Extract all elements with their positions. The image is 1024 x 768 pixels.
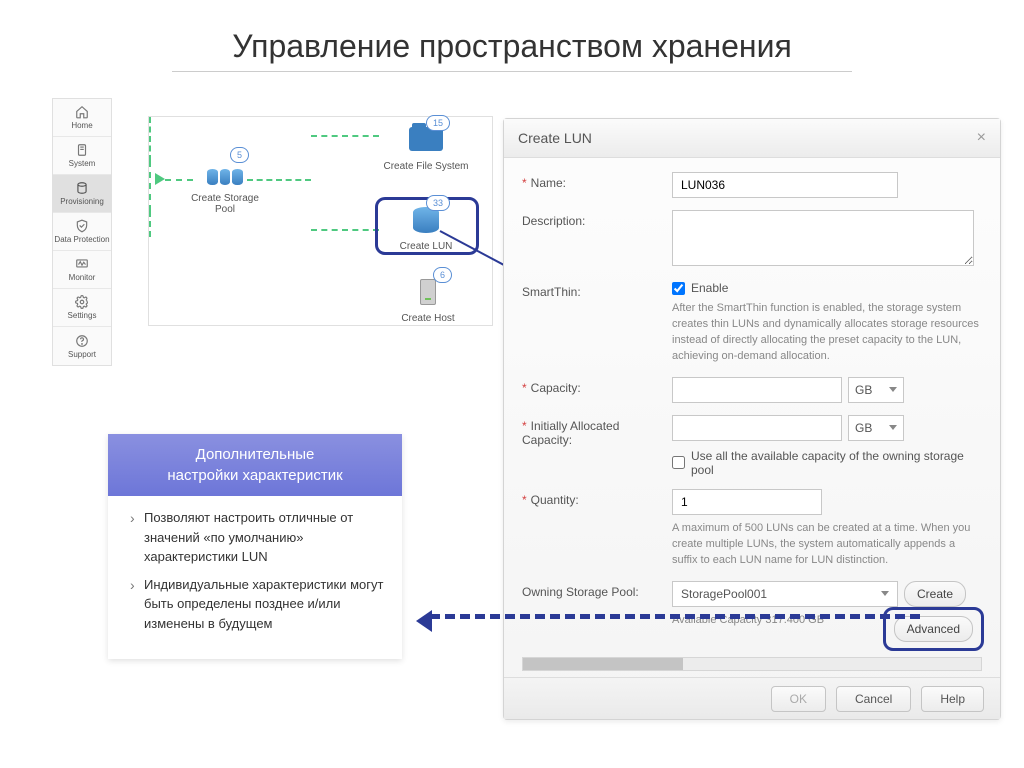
quantity-help: A maximum of 500 LUNs can be created at … bbox=[672, 521, 982, 569]
callout-item: Позволяют настроить отличные от значений… bbox=[130, 508, 388, 567]
horizontal-scrollbar[interactable] bbox=[522, 657, 982, 671]
smartthin-checkbox[interactable] bbox=[672, 282, 685, 295]
system-icon bbox=[75, 143, 89, 157]
connector bbox=[311, 135, 379, 137]
start-arrow-icon bbox=[155, 173, 165, 185]
node-label: Create Host bbox=[393, 313, 463, 324]
owning-pool-label: Owning Storage Pool: bbox=[522, 585, 639, 599]
sidebar-item-system[interactable]: System bbox=[53, 137, 111, 175]
close-icon[interactable]: × bbox=[977, 129, 986, 147]
page-title: Управление пространством хранения bbox=[0, 0, 1024, 71]
scrollbar-thumb[interactable] bbox=[523, 658, 683, 670]
chevron-down-icon bbox=[889, 387, 897, 392]
shield-icon bbox=[75, 219, 89, 233]
initial-capacity-input[interactable] bbox=[672, 415, 842, 441]
sidebar-item-label: Home bbox=[71, 121, 92, 130]
description-input[interactable] bbox=[672, 210, 974, 266]
chevron-down-icon bbox=[881, 591, 889, 596]
node-create-storage-pool[interactable]: 5 Create Storage Pool bbox=[185, 159, 265, 215]
sidebar-item-label: System bbox=[69, 159, 96, 168]
workflow-panel: 5 Create Storage Pool 15 Create File Sys… bbox=[148, 116, 493, 326]
smartthin-help: After the SmartThin function is enabled,… bbox=[672, 301, 982, 365]
dialog-title: Create LUN bbox=[518, 130, 592, 146]
node-label: Create File System bbox=[381, 161, 471, 172]
dialog-footer: OK Cancel Help bbox=[504, 677, 1000, 719]
sidebar-item-home[interactable]: Home bbox=[53, 99, 111, 137]
node-create-host[interactable]: 6 Create Host bbox=[393, 277, 463, 324]
sidebar-item-label: Support bbox=[68, 350, 96, 359]
node-create-file-system[interactable]: 15 Create File System bbox=[381, 123, 471, 172]
ok-button[interactable]: OK bbox=[771, 686, 826, 712]
chevron-down-icon bbox=[889, 425, 897, 430]
initial-capacity-unit-select[interactable]: GB bbox=[848, 415, 904, 441]
advanced-button[interactable]: Advanced bbox=[894, 616, 973, 642]
capacity-label: Capacity: bbox=[531, 381, 581, 395]
callout-advanced-settings: Дополнительные настройки характеристик П… bbox=[108, 434, 402, 659]
callout-item: Индивидуальные характеристики могут быть… bbox=[130, 575, 388, 634]
connector bbox=[311, 229, 379, 231]
help-button[interactable]: Help bbox=[921, 686, 984, 712]
use-all-checkbox[interactable] bbox=[672, 456, 685, 469]
sidebar-item-label: Provisioning bbox=[60, 197, 104, 206]
home-icon bbox=[75, 105, 89, 119]
quantity-input[interactable] bbox=[672, 489, 822, 515]
sidebar-item-provisioning[interactable]: Provisioning bbox=[53, 175, 111, 213]
owning-pool-value: StoragePool001 bbox=[681, 587, 767, 601]
initial-capacity-label: Initially Allocated Capacity: bbox=[522, 419, 619, 447]
sidebar-item-label: Settings bbox=[68, 311, 97, 320]
badge: 6 bbox=[433, 267, 452, 283]
callout-header: Дополнительные настройки характеристик bbox=[108, 434, 402, 496]
create-lun-dialog: Create LUN × *Name: Description: SmartTh… bbox=[503, 118, 1001, 720]
callout-body: Позволяют настроить отличные от значений… bbox=[108, 496, 402, 659]
sidebar-item-data-protection[interactable]: Data Protection bbox=[53, 213, 111, 251]
gear-icon bbox=[75, 295, 89, 309]
title-divider bbox=[172, 71, 852, 72]
sidebar-item-label: Monitor bbox=[69, 273, 96, 282]
provisioning-icon bbox=[75, 181, 89, 195]
monitor-icon bbox=[75, 257, 89, 271]
description-label: Description: bbox=[522, 214, 585, 228]
use-all-label: Use all the available capacity of the ow… bbox=[691, 449, 982, 477]
node-label: Create Storage Pool bbox=[185, 193, 265, 215]
support-icon bbox=[75, 334, 89, 348]
callout-header-line1: Дополнительные bbox=[116, 444, 394, 465]
name-input[interactable] bbox=[672, 172, 898, 198]
quantity-label: Quantity: bbox=[531, 493, 579, 507]
cancel-button[interactable]: Cancel bbox=[836, 686, 911, 712]
sidebar-item-label: Data Protection bbox=[54, 235, 109, 244]
smartthin-label: SmartThin: bbox=[522, 285, 581, 299]
capacity-unit-select[interactable]: GB bbox=[848, 377, 904, 403]
badge: 5 bbox=[230, 147, 249, 163]
sidebar-item-support[interactable]: Support bbox=[53, 327, 111, 365]
unit-label: GB bbox=[855, 383, 872, 397]
capacity-input[interactable] bbox=[672, 377, 842, 403]
badge: 33 bbox=[426, 195, 450, 211]
node-label: Create LUN bbox=[385, 241, 467, 252]
server-icon bbox=[420, 279, 436, 305]
pointer-arrow-dashed-icon bbox=[430, 614, 920, 619]
dialog-header: Create LUN × bbox=[504, 119, 1000, 158]
sidebar: Home System Provisioning Data Protection… bbox=[52, 98, 112, 366]
badge: 15 bbox=[426, 115, 450, 131]
node-create-lun[interactable]: 33 Create LUN bbox=[385, 205, 467, 252]
smartthin-enable-label: Enable bbox=[691, 281, 728, 295]
name-label: Name: bbox=[531, 176, 566, 190]
owning-pool-select[interactable]: StoragePool001 bbox=[672, 581, 898, 607]
create-pool-button[interactable]: Create bbox=[904, 581, 966, 607]
sidebar-item-monitor[interactable]: Monitor bbox=[53, 251, 111, 289]
unit-label: GB bbox=[855, 421, 872, 435]
sidebar-item-settings[interactable]: Settings bbox=[53, 289, 111, 327]
callout-header-line2: настройки характеристик bbox=[116, 465, 394, 486]
